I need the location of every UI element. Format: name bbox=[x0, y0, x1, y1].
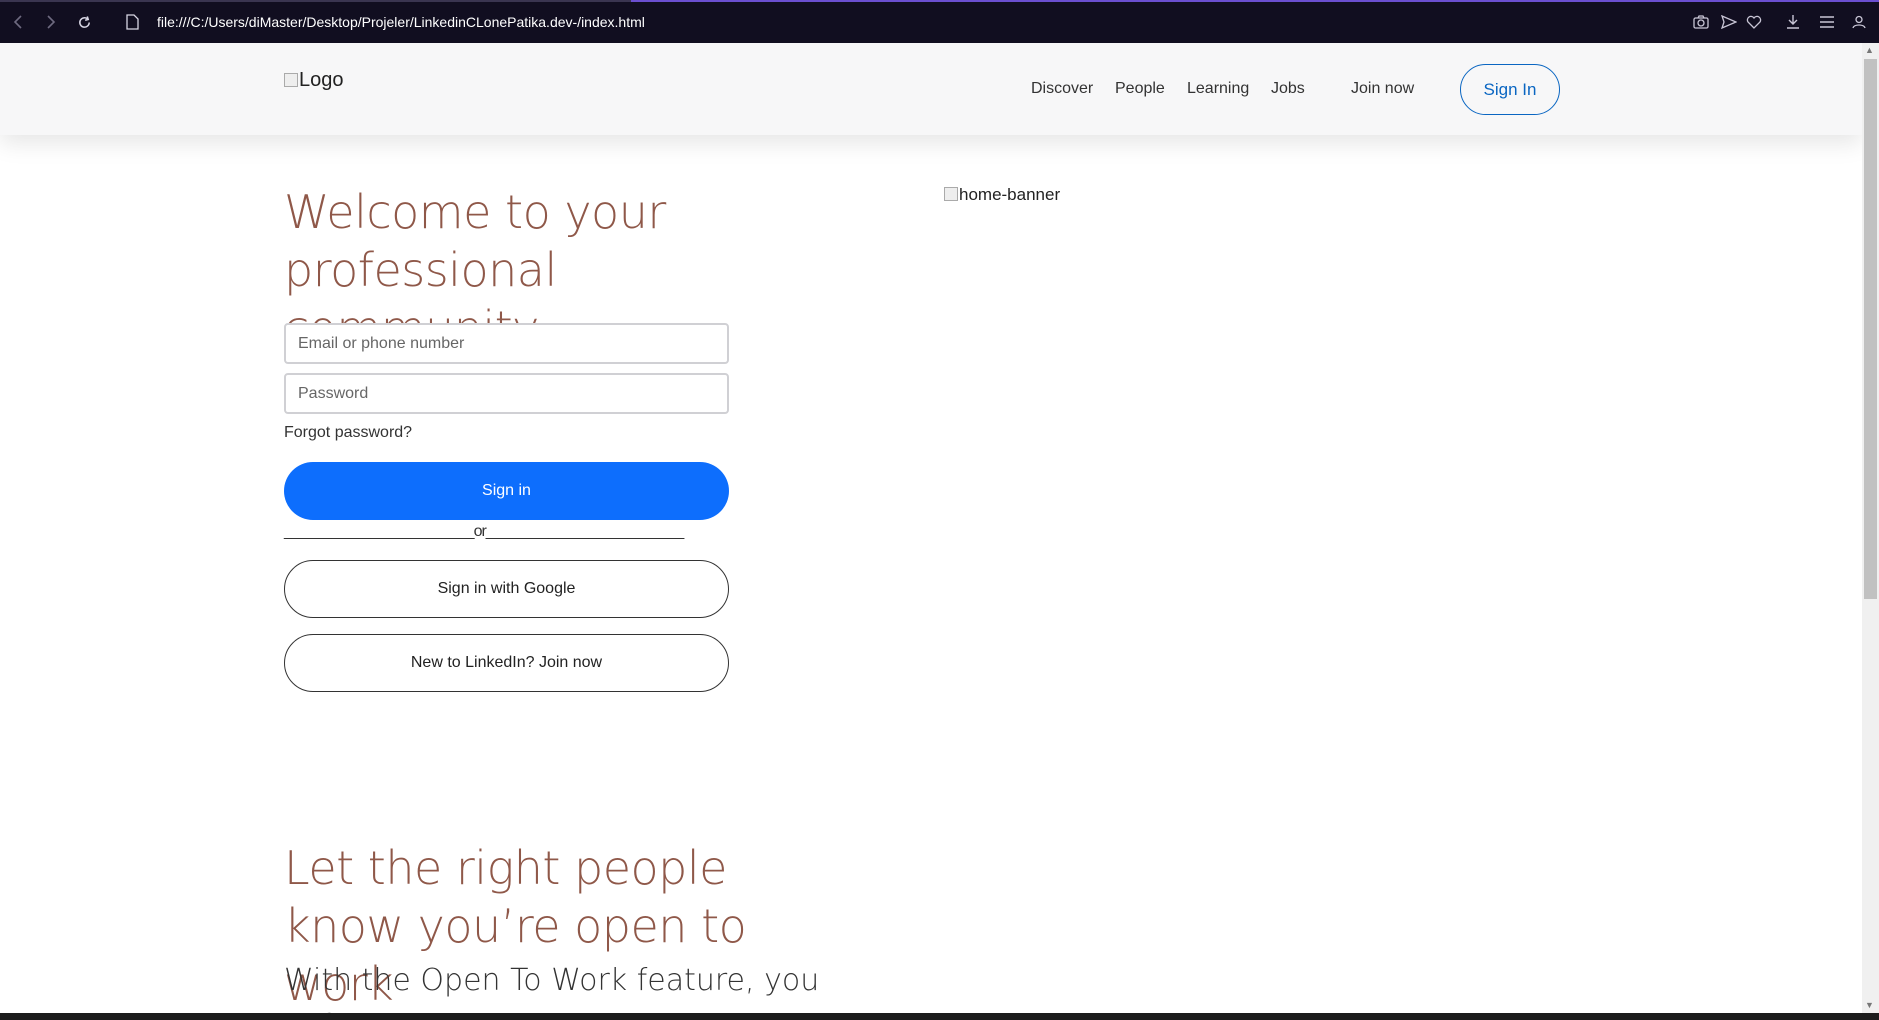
tab-strip-inactive bbox=[0, 0, 631, 2]
nav-discover[interactable]: Discover bbox=[1031, 80, 1093, 98]
nav-jobs[interactable]: Jobs bbox=[1271, 80, 1305, 98]
broken-image-icon bbox=[284, 73, 298, 87]
logo[interactable]: Logo bbox=[284, 69, 344, 92]
header-sign-in-button[interactable]: Sign In bbox=[1460, 64, 1560, 115]
heart-icon[interactable] bbox=[1745, 13, 1763, 31]
scroll-up-icon[interactable]: ▲ bbox=[1865, 45, 1874, 55]
forgot-password-link[interactable]: Forgot password? bbox=[284, 424, 412, 442]
send-icon[interactable] bbox=[1720, 13, 1738, 31]
banner-alt-text: home-banner bbox=[959, 185, 1061, 204]
camera-icon[interactable] bbox=[1692, 13, 1710, 31]
forward-icon[interactable] bbox=[42, 13, 60, 31]
nav-join-now[interactable]: Join now bbox=[1351, 80, 1414, 98]
home-banner-image: home-banner bbox=[944, 185, 1060, 205]
profile-icon[interactable] bbox=[1850, 13, 1868, 31]
reload-icon[interactable] bbox=[75, 13, 93, 31]
nav-learning[interactable]: Learning bbox=[1187, 80, 1249, 98]
logo-alt-text: Logo bbox=[299, 69, 344, 91]
broken-image-icon bbox=[944, 187, 958, 201]
page-scrollbar[interactable]: ▲ ▼ bbox=[1862, 43, 1879, 1013]
browser-toolbar: file:///C:/Users/diMaster/Desktop/Projel… bbox=[0, 0, 1879, 43]
menu-icon[interactable] bbox=[1818, 13, 1836, 31]
sign-in-button[interactable]: Sign in bbox=[284, 462, 729, 520]
tab-strip-active bbox=[631, 0, 1879, 2]
nav-people[interactable]: People bbox=[1115, 80, 1165, 98]
site-header: Logo Discover People Learning Jobs Join … bbox=[0, 43, 1862, 135]
download-icon[interactable] bbox=[1784, 13, 1802, 31]
scroll-thumb[interactable] bbox=[1864, 59, 1877, 599]
or-divider: ________________________or______________… bbox=[284, 523, 684, 540]
open-to-work-subtitle: With the Open To Work feature, you can bbox=[284, 963, 820, 1013]
google-sign-in-button[interactable]: Sign in with Google bbox=[284, 560, 729, 618]
address-bar[interactable]: file:///C:/Users/diMaster/Desktop/Projel… bbox=[157, 14, 645, 30]
os-taskbar bbox=[0, 1013, 1879, 1020]
page-icon bbox=[123, 13, 141, 31]
scroll-down-icon[interactable]: ▼ bbox=[1865, 1000, 1874, 1010]
back-icon[interactable] bbox=[9, 13, 27, 31]
page-viewport: Logo Discover People Learning Jobs Join … bbox=[0, 43, 1879, 1013]
join-now-button[interactable]: New to LinkedIn? Join now bbox=[284, 634, 729, 692]
email-field[interactable]: Email or phone number bbox=[284, 323, 729, 364]
password-field[interactable]: Password bbox=[284, 373, 729, 414]
